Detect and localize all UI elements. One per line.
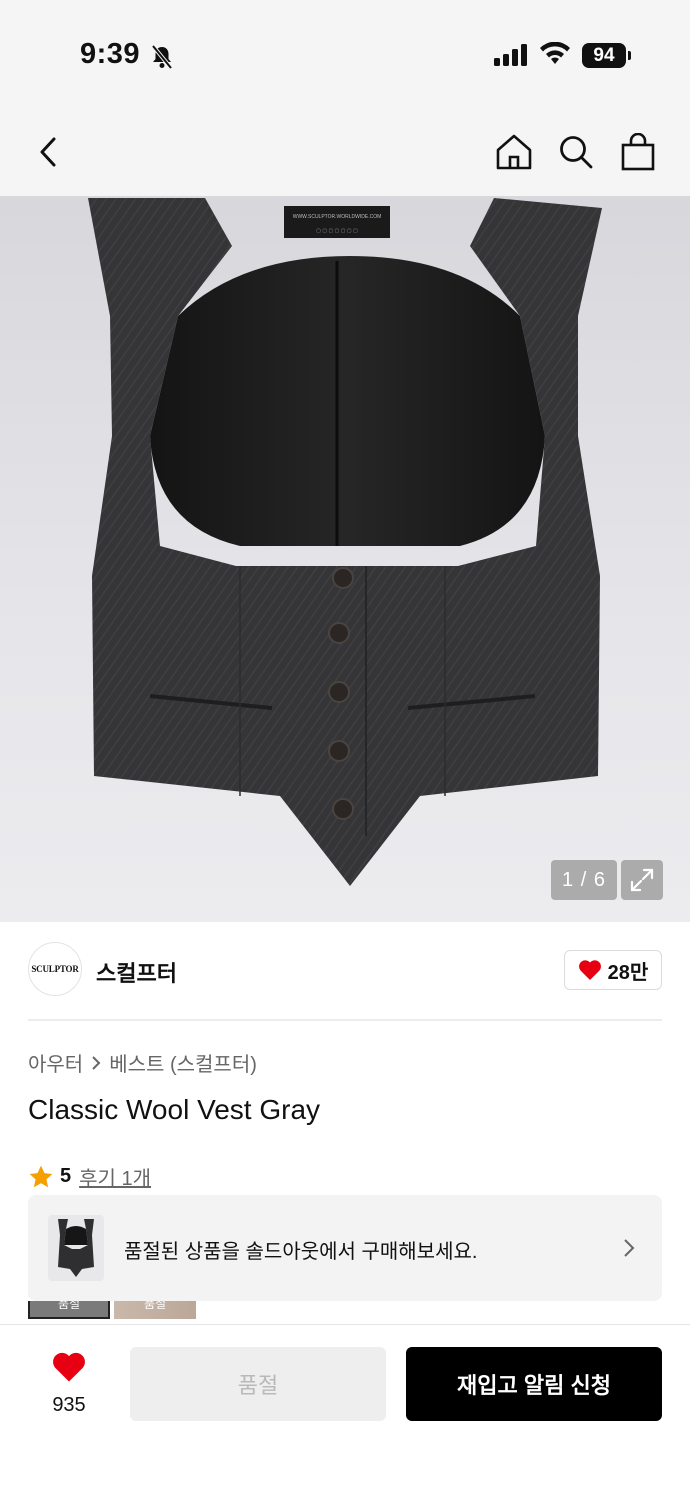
brand-like-count: 28만 bbox=[607, 961, 649, 984]
brand-like-button[interactable]: 28만 bbox=[564, 950, 662, 990]
cellular-signal-icon bbox=[494, 44, 528, 71]
soldout-marketplace-banner[interactable]: 품절된 상품을 솔드아웃에서 구매해보세요. bbox=[28, 1195, 662, 1301]
vest-neck-label: WWW.SCULPTOR.WORLDWIDE.COM bbox=[293, 214, 382, 220]
cart-button[interactable] bbox=[616, 130, 660, 174]
heart-icon bbox=[578, 960, 601, 980]
heart-icon bbox=[53, 1352, 85, 1382]
banner-text: 품절된 상품을 솔드아웃에서 구매해보세요. bbox=[124, 1241, 478, 1263]
star-icon bbox=[29, 1165, 53, 1187]
review-count-link[interactable]: 후기 1개 bbox=[79, 1162, 151, 1191]
brand-name[interactable]: 스컬프터 bbox=[96, 956, 177, 988]
home-icon bbox=[496, 134, 532, 170]
svg-text:▢ ▢ ▢ ▢ ▢ ▢ ▢: ▢ ▢ ▢ ▢ ▢ ▢ ▢ bbox=[316, 228, 358, 234]
wishlist-button[interactable]: 935 bbox=[36, 1351, 102, 1417]
search-button[interactable] bbox=[554, 130, 598, 174]
rating-score: 5 bbox=[60, 1165, 72, 1187]
breadcrumb-subcategory[interactable]: 베스트 (스컬프터) bbox=[109, 1048, 257, 1077]
home-button[interactable] bbox=[492, 130, 536, 174]
restock-alert-button[interactable]: 재입고 알림 신청 bbox=[406, 1347, 662, 1421]
chevron-right-icon bbox=[624, 1239, 635, 1257]
banner-product-thumbnail bbox=[48, 1215, 104, 1281]
status-time: 9:39 bbox=[80, 38, 141, 70]
back-button[interactable] bbox=[26, 130, 70, 174]
product-image: WWW.SCULPTOR.WORLDWIDE.COM ▢ ▢ ▢ ▢ ▢ ▢ ▢ bbox=[88, 198, 602, 886]
breadcrumb: 아우터 베스트 (스컬프터) bbox=[28, 1048, 257, 1077]
product-title: Classic Wool Vest Gray bbox=[28, 1094, 321, 1125]
breadcrumb-category[interactable]: 아우터 bbox=[28, 1048, 83, 1077]
divider bbox=[28, 1019, 662, 1021]
battery-indicator: 94 bbox=[582, 43, 626, 68]
battery-tip bbox=[628, 51, 631, 60]
status-bar: 9:39 94 bbox=[0, 0, 690, 110]
chevron-left-icon bbox=[40, 137, 56, 167]
bell-muted-icon bbox=[150, 44, 174, 75]
image-counter: 1 / 6 bbox=[551, 860, 617, 900]
shopping-bag-icon bbox=[621, 133, 655, 171]
expand-arrows-icon bbox=[630, 868, 654, 892]
product-rating: 5 후기 1개 bbox=[28, 1162, 151, 1191]
wifi-icon bbox=[539, 41, 571, 71]
option-thumbnail[interactable]: 품절 bbox=[28, 1297, 110, 1319]
expand-image-button[interactable] bbox=[621, 860, 663, 900]
wishlist-count: 935 bbox=[52, 1394, 86, 1416]
product-image-carousel[interactable]: WWW.SCULPTOR.WORLDWIDE.COM ▢ ▢ ▢ ▢ ▢ ▢ ▢ bbox=[0, 196, 690, 922]
top-navigation bbox=[0, 110, 690, 196]
search-icon bbox=[560, 136, 593, 169]
brand-logo[interactable]: SCULPTOR bbox=[28, 942, 82, 996]
brand-row: SCULPTOR 스컬프터 28만 bbox=[28, 942, 662, 1000]
chevron-right-icon bbox=[92, 1055, 101, 1070]
option-thumbnail[interactable]: 품절 bbox=[114, 1297, 196, 1319]
soldout-button: 품절 bbox=[130, 1347, 386, 1421]
bottom-action-bar: 935 품절 재입고 알림 신청 bbox=[0, 1324, 690, 1500]
